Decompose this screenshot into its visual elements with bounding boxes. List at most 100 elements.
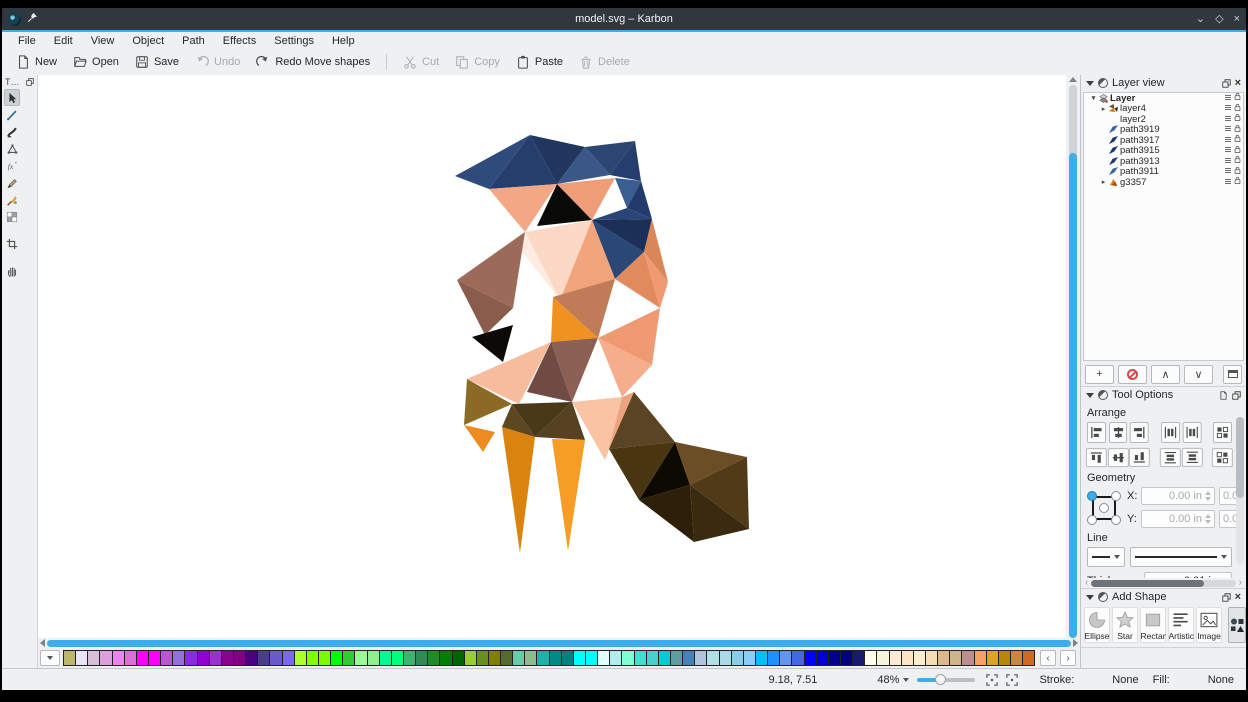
color-swatch[interactable]: [550, 651, 562, 665]
scroll-thumb[interactable]: [1236, 417, 1244, 498]
layer-row-path3913[interactable]: path3913: [1084, 156, 1243, 167]
add-artistic-text-button[interactable]: Artistic: [1168, 607, 1194, 643]
menu-path[interactable]: Path: [174, 34, 213, 48]
menu-file[interactable]: File: [10, 34, 44, 48]
distribute-center-horizontal-button[interactable]: [1183, 422, 1202, 443]
layer-visibility-icon[interactable]: [1224, 135, 1232, 146]
menu-view[interactable]: View: [83, 34, 123, 48]
save-button[interactable]: Save: [127, 52, 187, 72]
color-swatch[interactable]: [198, 651, 210, 665]
crop-tool[interactable]: [4, 235, 20, 252]
vertical-scroll-thumb[interactable]: [1069, 153, 1077, 638]
collapse-panel-icon[interactable]: [1086, 393, 1094, 398]
color-swatch[interactable]: [671, 651, 683, 665]
line-cap-combobox[interactable]: [1087, 547, 1125, 567]
color-swatch[interactable]: [598, 651, 610, 665]
color-swatch[interactable]: [987, 651, 999, 665]
color-swatch[interactable]: [635, 651, 647, 665]
layer-row-layer4[interactable]: ▸ layer4: [1084, 104, 1243, 115]
color-swatch[interactable]: [161, 651, 173, 665]
scroll-thumb[interactable]: [1091, 580, 1204, 587]
color-swatch[interactable]: [902, 651, 914, 665]
anchor-bottom-left-radio[interactable]: [1087, 515, 1097, 525]
expander-icon[interactable]: ▾: [1090, 94, 1097, 102]
add-image-button[interactable]: Image: [1196, 607, 1222, 643]
pattern-tool[interactable]: [4, 208, 20, 225]
color-swatch[interactable]: [622, 651, 634, 665]
color-swatch[interactable]: [890, 651, 902, 665]
color-swatch[interactable]: [210, 651, 222, 665]
layer-visibility-icon[interactable]: [1224, 166, 1232, 177]
layer-row-path3917[interactable]: path3917: [1084, 135, 1243, 146]
color-swatch[interactable]: [331, 651, 343, 665]
color-swatch[interactable]: [683, 651, 695, 665]
color-swatch[interactable]: [805, 651, 817, 665]
expander-icon[interactable]: ▸: [1100, 178, 1107, 186]
delete-layer-button[interactable]: [1118, 365, 1147, 384]
color-swatch[interactable]: [404, 651, 416, 665]
color-swatch[interactable]: [732, 651, 744, 665]
layer-visibility-icon[interactable]: [1224, 114, 1232, 125]
color-swatch[interactable]: [137, 651, 149, 665]
add-layer-button[interactable]: +: [1085, 365, 1114, 384]
color-swatch[interactable]: [258, 651, 270, 665]
color-swatch[interactable]: [950, 651, 962, 665]
layer-visibility-icon[interactable]: [1224, 103, 1232, 114]
expander-icon[interactable]: ▸: [1100, 105, 1107, 113]
color-swatch[interactable]: [76, 651, 88, 665]
delete-button[interactable]: Delete: [571, 52, 638, 72]
open-button[interactable]: Open: [65, 52, 127, 72]
select-tool[interactable]: [4, 89, 20, 106]
color-swatch[interactable]: [489, 651, 501, 665]
color-swatch[interactable]: [125, 651, 137, 665]
thickness-field[interactable]: 0.01 in: [1144, 572, 1232, 578]
distribute-gaps-horizontal-button[interactable]: [1213, 422, 1232, 443]
layer-row-layer2[interactable]: layer2: [1084, 114, 1243, 125]
layer-visibility-icon[interactable]: [1224, 93, 1232, 104]
raise-layer-button[interactable]: ∧: [1151, 365, 1180, 384]
align-center-horizontal-button[interactable]: [1109, 422, 1128, 443]
color-swatch[interactable]: [659, 651, 671, 665]
collapse-panel-icon[interactable]: [1086, 595, 1094, 600]
close-button[interactable]: ×: [1234, 14, 1240, 25]
align-bottom-button[interactable]: [1129, 448, 1150, 467]
zoom-to-page-button[interactable]: [1005, 673, 1019, 687]
color-swatch[interactable]: [465, 651, 477, 665]
color-swatch[interactable]: [562, 651, 574, 665]
redo-button[interactable]: Redo Move shapes: [248, 52, 378, 72]
color-swatch[interactable]: [501, 651, 513, 665]
freehand-path-tool[interactable]: [4, 106, 20, 123]
anchor-point-selector[interactable]: [1087, 490, 1121, 526]
menu-help[interactable]: Help: [324, 34, 363, 48]
scroll-right-icon[interactable]: ›: [1239, 578, 1242, 588]
float-panel-button[interactable]: [1222, 79, 1231, 88]
calligraphy-tool[interactable]: [4, 123, 20, 140]
color-swatch[interactable]: [720, 651, 732, 665]
palette-dropdown-button[interactable]: [40, 650, 60, 666]
color-swatch[interactable]: [513, 651, 525, 665]
color-swatch[interactable]: [380, 651, 392, 665]
color-swatch[interactable]: [113, 651, 125, 665]
distribute-gaps-vertical-button[interactable]: [1212, 448, 1233, 467]
color-swatch[interactable]: [222, 651, 234, 665]
anchor-top-right-radio[interactable]: [1111, 491, 1121, 501]
artwork-polygon[interactable]: [502, 427, 535, 553]
color-swatch[interactable]: [368, 651, 380, 665]
anchor-top-left-radio[interactable]: [1087, 491, 1097, 501]
color-swatch[interactable]: [914, 651, 926, 665]
color-swatch[interactable]: [270, 651, 282, 665]
add-star-button[interactable]: Star: [1112, 607, 1138, 643]
color-swatch[interactable]: [586, 651, 598, 665]
color-swatch[interactable]: [829, 651, 841, 665]
color-swatch[interactable]: [1023, 651, 1034, 665]
color-swatch[interactable]: [999, 651, 1011, 665]
cut-button[interactable]: Cut: [395, 52, 447, 72]
layer-row-path3919[interactable]: path3919: [1084, 125, 1243, 136]
color-swatch[interactable]: [817, 651, 829, 665]
color-swatch[interactable]: [295, 651, 307, 665]
color-swatch[interactable]: [173, 651, 185, 665]
detach-page-button[interactable]: [1219, 391, 1228, 400]
add-ellipse-button[interactable]: Ellipse: [1084, 607, 1110, 643]
color-swatch[interactable]: [319, 651, 331, 665]
menu-object[interactable]: Object: [124, 34, 172, 48]
